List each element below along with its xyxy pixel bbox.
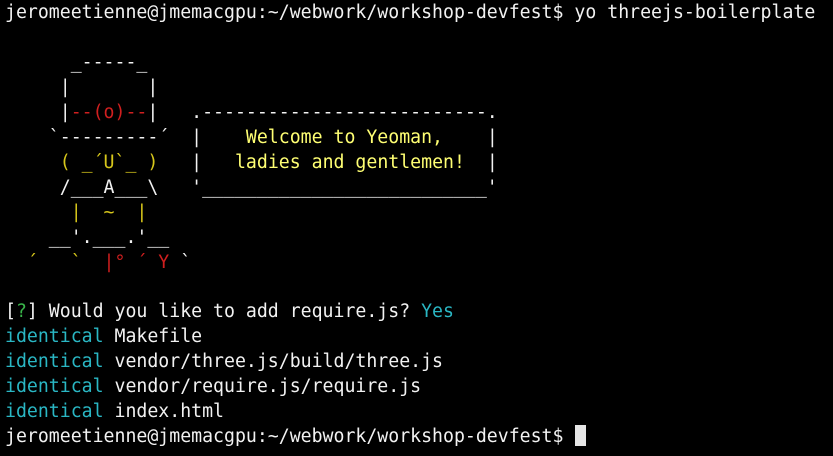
yeoman-art-line-2: | | [5, 75, 159, 100]
speech-box-bottom: '__________________________' [158, 177, 498, 198]
output-file: vendor/three.js/build/three.js [103, 351, 444, 372]
yeoman-art-line-8: __'.___.'__ [5, 225, 169, 250]
prompt-text: jeromeetienne@jmemacgpu:~/webwork/worksh… [5, 2, 564, 23]
speech-box-top: .--------------------------. [158, 102, 498, 123]
art-head-left: | [5, 102, 71, 123]
output-line: identical Makefile [5, 324, 202, 349]
art-face: ( _´U`_ ) [5, 152, 159, 173]
question-bracket-open: [ [5, 301, 16, 322]
speech-box-left: | [169, 127, 203, 148]
output-status: identical [5, 351, 104, 372]
output-status: identical [5, 376, 104, 397]
yeoman-art-line-7: | ~ | [5, 200, 148, 225]
art-legs: __'.___.'__ [5, 227, 170, 248]
art-head: | | [5, 77, 159, 98]
output-status: identical [5, 401, 104, 422]
output-file: vendor/require.js/require.js [103, 376, 422, 397]
yeoman-art-line-3: |--(o)--| .--------------------------. [5, 100, 498, 125]
question-bracket-close: ] [26, 301, 38, 322]
output-file: index.html [103, 401, 225, 422]
art-head-right: | [147, 102, 159, 123]
welcome-text: Welcome to Yeoman, [202, 127, 487, 148]
output-line: identical index.html [5, 399, 224, 424]
art-hat: _-----_ [5, 52, 148, 73]
yeoman-art-line-4: `---------´ | Welcome to Yeoman, | [5, 125, 498, 150]
output-status: identical [5, 326, 104, 347]
question-line: [?] Would you like to add require.js? Ye… [5, 299, 454, 324]
question-answer: Yes [421, 301, 454, 322]
art-feet-right: ` [169, 252, 192, 273]
question-text: Would you like to add require.js? [37, 301, 422, 322]
terminal-window[interactable]: jeromeetienne@jmemacgpu:~/webwork/worksh… [0, 0, 833, 456]
final-prompt-text: jeromeetienne@jmemacgpu:~/webwork/worksh… [5, 426, 564, 447]
art-belly: | ~ | [5, 202, 148, 223]
yeoman-art-line-9: ´ ` |° ´ Y ` [5, 250, 191, 275]
art-feet-left: ´ ` [5, 252, 93, 273]
art-eye: --(o)-- [70, 102, 148, 123]
art-body: /___A___\ [5, 177, 159, 198]
command-text: yo threejs-boilerplate [563, 2, 816, 23]
art-brim: `---------´ [5, 127, 170, 148]
question-mark: ? [15, 301, 27, 322]
greeting-text: ladies and gentlemen! [202, 152, 487, 173]
speech-box-left-2: | [158, 152, 203, 173]
speech-box-right: | [486, 127, 498, 148]
output-line: identical vendor/three.js/build/three.js [5, 349, 443, 374]
yeoman-art-line-1: _-----_ [5, 50, 148, 75]
art-feet-mid: |° ´ Y [92, 252, 170, 273]
final-prompt-line[interactable]: jeromeetienne@jmemacgpu:~/webwork/worksh… [5, 424, 587, 449]
command-line: jeromeetienne@jmemacgpu:~/webwork/worksh… [5, 0, 815, 25]
yeoman-art-line-6: /___A___\ '__________________________' [5, 175, 498, 200]
yeoman-art-line-5: ( _´U`_ ) | ladies and gentlemen! | [5, 150, 498, 175]
final-prompt-space [563, 426, 574, 447]
output-file: Makefile [103, 326, 203, 347]
speech-box-right-2: | [486, 152, 498, 173]
output-line: identical vendor/require.js/require.js [5, 374, 421, 399]
text-cursor[interactable] [575, 425, 587, 446]
